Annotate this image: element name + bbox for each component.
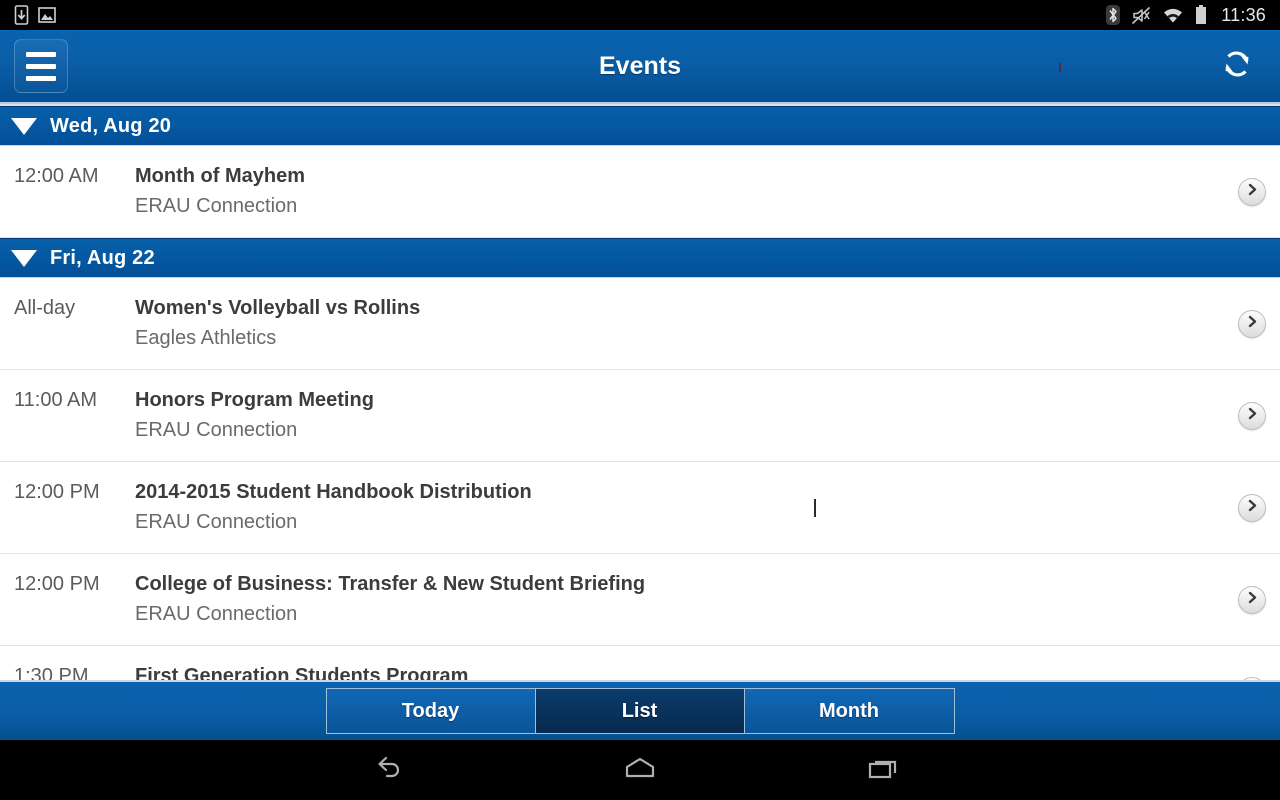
date-group-label: Wed, Aug 20 bbox=[50, 114, 172, 137]
chevron-right-icon bbox=[1247, 407, 1258, 425]
android-navigation-bar bbox=[0, 740, 1280, 800]
chevron-down-icon bbox=[11, 117, 37, 135]
event-text-block: College of Business: Transfer & New Stud… bbox=[135, 570, 1280, 629]
event-text-block: Women's Volleyball vs Rollins Eagles Ath… bbox=[135, 294, 1280, 353]
recent-apps-icon bbox=[864, 754, 904, 787]
event-list-item[interactable]: 11:00 AM Honors Program Meeting ERAU Con… bbox=[0, 370, 1280, 462]
event-source: ERAU Connection bbox=[135, 195, 298, 217]
battery-icon bbox=[1195, 5, 1207, 25]
event-text-block: Month of Mayhem ERAU Connection bbox=[135, 162, 1280, 221]
chevron-right-icon bbox=[1247, 183, 1258, 201]
event-list-item[interactable]: 12:00 PM College of Business: Transfer &… bbox=[0, 554, 1280, 646]
home-icon bbox=[620, 754, 660, 787]
event-time: 12:00 AM bbox=[14, 165, 99, 187]
events-list[interactable]: Wed, Aug 20 12:00 AM Month of Mayhem ERA… bbox=[0, 106, 1280, 680]
event-text-block: First Generation Students Program bbox=[135, 662, 1280, 680]
event-source: Eagles Athletics bbox=[135, 327, 277, 349]
event-source: ERAU Connection bbox=[135, 419, 298, 441]
date-group-header[interactable]: Wed, Aug 20 bbox=[0, 106, 1280, 146]
app-header-bar: Events bbox=[0, 30, 1280, 106]
chevron-down-icon bbox=[11, 249, 37, 267]
download-icon bbox=[14, 5, 29, 25]
event-time: 12:00 PM bbox=[14, 573, 100, 595]
event-source: ERAU Connection bbox=[135, 511, 298, 533]
text-cursor-artifact bbox=[814, 499, 816, 517]
android-screen: 11:36 Events Wed, Aug 20 12:00 AM Month … bbox=[0, 0, 1280, 800]
chevron-right-icon bbox=[1247, 315, 1258, 333]
event-title: First Generation Students Program bbox=[135, 665, 469, 680]
hamburger-menu-button[interactable] bbox=[14, 39, 68, 93]
event-time: 11:00 AM bbox=[14, 389, 98, 411]
wifi-icon bbox=[1162, 7, 1184, 24]
event-list-item[interactable]: 1:30 PM First Generation Students Progra… bbox=[0, 646, 1280, 680]
bottom-toolbar: Today List Month bbox=[0, 680, 1280, 740]
tab-month[interactable]: Month bbox=[744, 689, 954, 733]
ringer-muted-icon bbox=[1131, 6, 1151, 25]
hamburger-menu-icon-line3 bbox=[26, 75, 56, 81]
back-arrow-icon bbox=[376, 754, 416, 787]
event-detail-button[interactable] bbox=[1238, 585, 1266, 614]
render-artifact bbox=[1059, 63, 1061, 72]
nav-home-button[interactable] bbox=[610, 746, 670, 794]
screenshot-image-icon bbox=[38, 7, 56, 23]
event-time: 1:30 PM bbox=[14, 665, 89, 680]
event-list-item[interactable]: 12:00 PM 2014-2015 Student Handbook Dist… bbox=[0, 462, 1280, 554]
status-bar-clock: 11:36 bbox=[1221, 4, 1266, 25]
event-text-block: 2014-2015 Student Handbook Distribution … bbox=[135, 478, 1280, 537]
event-detail-button[interactable] bbox=[1238, 493, 1266, 522]
event-time: All-day bbox=[14, 297, 76, 319]
event-title: 2014-2015 Student Handbook Distribution bbox=[135, 481, 532, 503]
nav-back-button[interactable] bbox=[366, 746, 426, 794]
refresh-icon bbox=[1219, 46, 1255, 87]
chevron-right-icon bbox=[1247, 591, 1258, 609]
status-bar: 11:36 bbox=[0, 0, 1280, 30]
hamburger-menu-icon-line2 bbox=[26, 63, 56, 69]
event-detail-button[interactable] bbox=[1238, 177, 1266, 206]
event-title: Honors Program Meeting bbox=[135, 389, 374, 411]
chevron-right-icon bbox=[1247, 499, 1258, 517]
event-text-block: Honors Program Meeting ERAU Connection bbox=[135, 386, 1280, 445]
hamburger-menu-icon bbox=[26, 51, 56, 57]
date-group-label: Fri, Aug 22 bbox=[50, 246, 155, 269]
event-list-item[interactable]: 12:00 AM Month of Mayhem ERAU Connection bbox=[0, 146, 1280, 238]
status-bar-right-icons: 11:36 bbox=[1106, 5, 1280, 26]
event-time: 12:00 PM bbox=[14, 481, 100, 503]
event-title: Women's Volleyball vs Rollins bbox=[135, 297, 421, 319]
tab-today[interactable]: Today bbox=[326, 689, 536, 733]
event-detail-button[interactable] bbox=[1238, 309, 1266, 338]
event-title: Month of Mayhem bbox=[135, 165, 305, 187]
status-bar-left-icons bbox=[0, 5, 56, 25]
refresh-button[interactable] bbox=[1214, 43, 1260, 89]
view-mode-segmented-control[interactable]: Today List Month bbox=[325, 688, 955, 734]
event-detail-button[interactable] bbox=[1238, 401, 1266, 430]
date-group-header[interactable]: Fri, Aug 22 bbox=[0, 238, 1280, 278]
event-source: ERAU Connection bbox=[135, 603, 298, 625]
bluetooth-icon bbox=[1106, 5, 1121, 25]
event-list-item[interactable]: All-day Women's Volleyball vs Rollins Ea… bbox=[0, 278, 1280, 370]
tab-list[interactable]: List bbox=[535, 689, 745, 733]
nav-recents-button[interactable] bbox=[854, 746, 914, 794]
event-title: College of Business: Transfer & New Stud… bbox=[135, 573, 646, 595]
page-title: Events bbox=[599, 51, 681, 80]
